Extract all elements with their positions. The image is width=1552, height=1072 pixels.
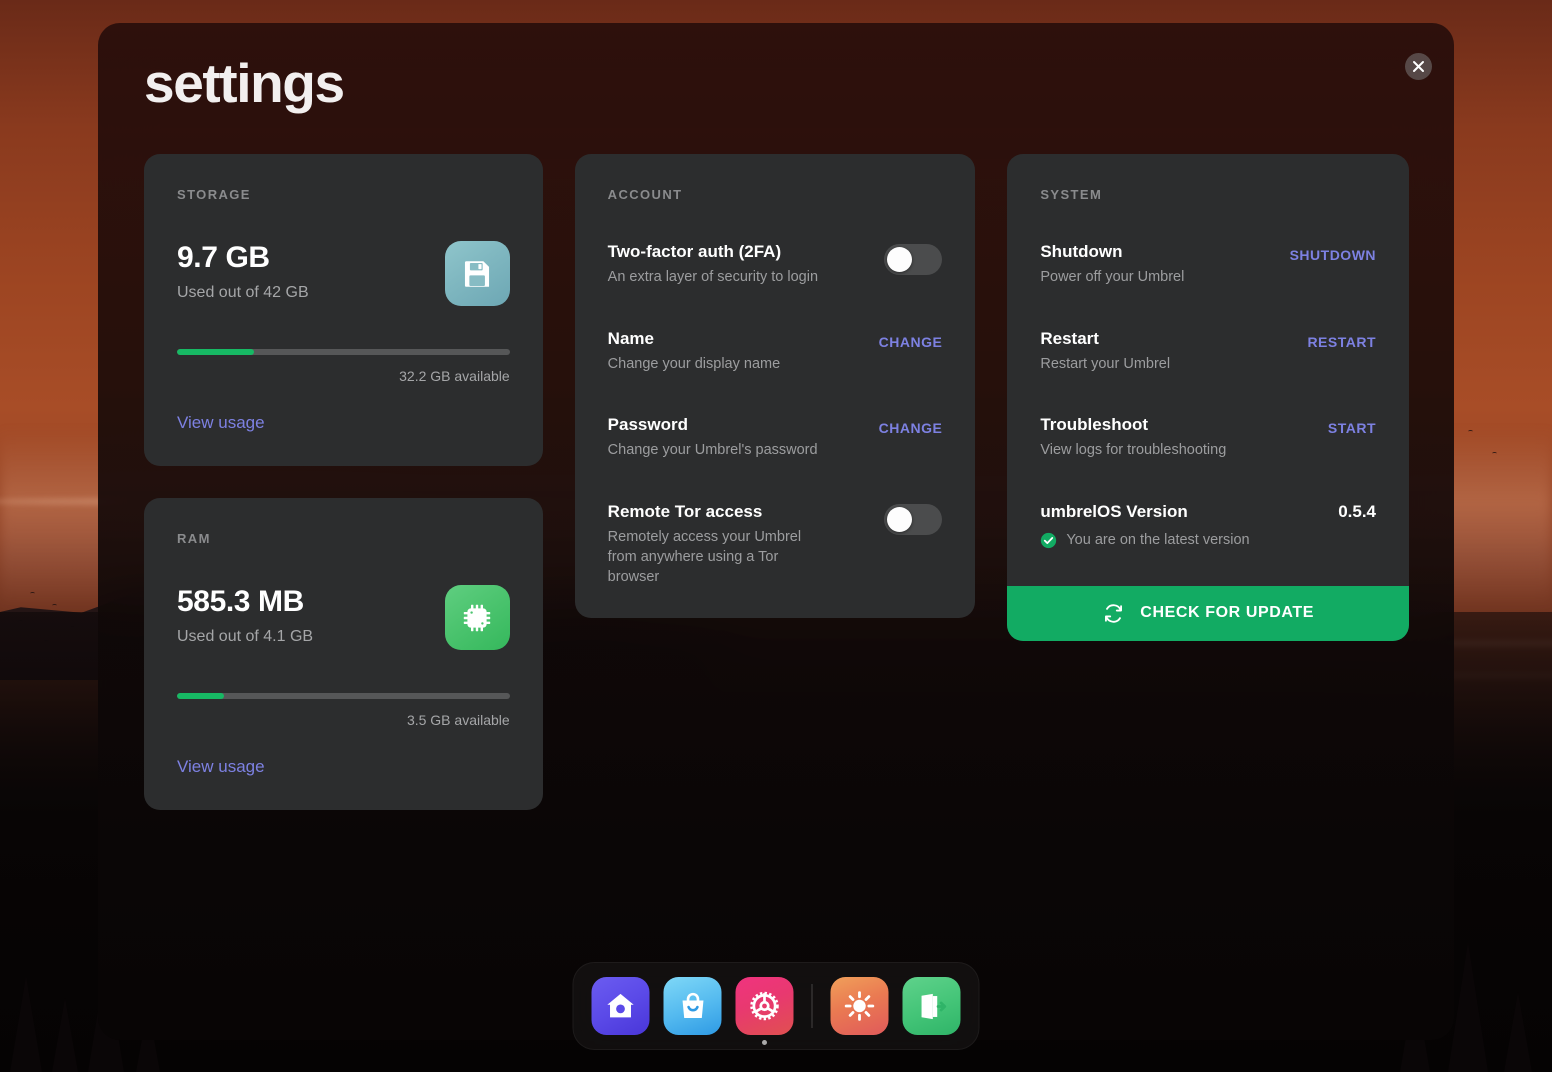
storage-available-text: 32.2 GB available [399,368,510,384]
ram-card: RAM 585.3 MB Used out of 4.1 GB 3.5 GB a… [144,498,543,810]
logout-door-icon [921,993,946,1019]
dock-item-settings[interactable] [735,977,794,1045]
two-factor-title: Two-factor auth (2FA) [607,242,782,261]
setting-row-restart: Restart Restart your Umbrel RESTART [1040,328,1376,375]
home-icon [607,993,634,1018]
storage-card-label: STORAGE [177,187,251,202]
tor-desc: Remotely access your Umbrel from anywher… [607,528,802,586]
setting-row-troubleshoot: Troubleshoot View logs for troubleshooti… [1040,414,1376,461]
version-title: umbrelOS Version [1040,501,1188,521]
bird-silhouette [52,604,57,607]
ram-progress: 3.5 GB available [177,693,510,728]
storage-progress: 32.2 GB available [177,349,510,384]
memory-chip-icon [444,585,510,650]
app-store-icon [682,992,703,1018]
check-for-update-label: CHECK FOR UPDATE [1140,604,1315,622]
ram-card-label: RAM [177,531,211,546]
storage-progress-fill [177,349,254,355]
setting-row-tor: Remote Tor access Remotely access your U… [608,501,943,588]
ram-progress-fill [177,693,224,699]
close-icon[interactable] [1405,53,1432,80]
two-factor-toggle[interactable] [884,244,943,275]
settings-modal: settings STORAGE 9.7 GB Used out of 42 G… [98,23,1454,1040]
ram-view-usage-link[interactable]: View usage [177,757,265,777]
setting-row-two-factor: Two-factor auth (2FA) An extra layer of … [608,241,943,288]
ram-progress-track [177,693,510,699]
name-change-button[interactable]: CHANGE [879,334,943,350]
troubleshoot-title: Troubleshoot [1040,415,1149,435]
dock-item-home[interactable] [591,977,650,1035]
troubleshoot-desc: View logs for troubleshooting [1040,442,1227,459]
storage-card: STORAGE 9.7 GB Used out of 42 GB 32.2 GB… [144,154,543,466]
dock-active-indicator [762,1040,767,1045]
toggle-knob [887,506,913,532]
brightness-sun-icon [844,991,875,1021]
floppy-disk-icon [444,241,510,306]
shutdown-desc: Power off your Umbrel [1040,269,1185,286]
storage-progress-track [177,349,510,355]
troubleshoot-start-button[interactable]: START [1328,420,1376,436]
check-circle-icon [1041,532,1057,549]
desktop-wallpaper: settings STORAGE 9.7 GB Used out of 42 G… [0,0,1552,1072]
setting-row-shutdown: Shutdown Power off your Umbrel SHUTDOWN [1040,241,1376,288]
shutdown-button[interactable]: SHUTDOWN [1290,247,1376,263]
dock [572,962,980,1050]
account-card: ACCOUNT Two-factor auth (2FA) An extra l… [574,154,976,618]
shutdown-title: Shutdown [1040,242,1123,261]
two-factor-desc: An extra layer of security to login [607,269,819,286]
dock-item-logout[interactable] [902,977,961,1035]
page-title: settings [144,52,345,114]
storage-view-usage-link[interactable]: View usage [177,413,265,433]
system-card-label: SYSTEM [1040,187,1103,202]
password-title: Password [607,415,688,435]
version-value: 0.5.4 [1338,501,1377,521]
ram-subtitle: Used out of 4.1 GB [177,628,314,645]
left-column: STORAGE 9.7 GB Used out of 42 GB 32.2 GB… [144,154,543,810]
bird-silhouette [1468,430,1473,433]
setting-row-name: Name Change your display name CHANGE [608,328,943,375]
bird-silhouette [30,592,35,595]
name-desc: Change your display name [607,355,781,372]
settings-gear-icon [750,991,779,1021]
password-change-button[interactable]: CHANGE [879,420,943,436]
dock-divider [811,984,813,1028]
tor-title: Remote Tor access [607,501,763,521]
name-title: Name [607,328,654,348]
dock-item-brightness[interactable] [830,977,889,1035]
account-card-label: ACCOUNT [607,187,683,202]
ram-summary: 585.3 MB Used out of 4.1 GB [177,585,510,650]
restart-desc: Restart your Umbrel [1040,355,1171,372]
storage-summary: 9.7 GB Used out of 42 GB [177,241,510,306]
right-column: SYSTEM Shutdown Power off your Umbrel SH… [1007,154,1410,641]
ram-used-value: 585.3 MB [177,585,304,618]
refresh-icon [1105,604,1123,623]
restart-title: Restart [1040,328,1099,348]
setting-row-password: Password Change your Umbrel's password C… [608,414,943,461]
settings-grid: STORAGE 9.7 GB Used out of 42 GB 32.2 GB… [144,154,1410,810]
middle-column: ACCOUNT Two-factor auth (2FA) An extra l… [574,154,976,618]
dock-item-app-store[interactable] [663,977,722,1035]
storage-used-value: 9.7 GB [177,241,270,274]
check-for-update-button[interactable]: CHECK FOR UPDATE [1007,585,1410,641]
password-desc: Change your Umbrel's password [607,442,818,459]
ram-available-text: 3.5 GB available [406,712,510,728]
restart-button[interactable]: RESTART [1307,334,1376,350]
system-card: SYSTEM Shutdown Power off your Umbrel SH… [1007,154,1410,641]
bird-silhouette [1492,452,1497,455]
version-status: You are on the latest version [1040,532,1324,549]
tor-toggle[interactable] [884,503,943,535]
setting-row-version: umbrelOS Version You are on the latest v… [1040,501,1376,549]
toggle-knob [887,247,913,272]
version-status-text: You are on the latest version [1066,532,1250,549]
storage-subtitle: Used out of 42 GB [177,284,309,301]
